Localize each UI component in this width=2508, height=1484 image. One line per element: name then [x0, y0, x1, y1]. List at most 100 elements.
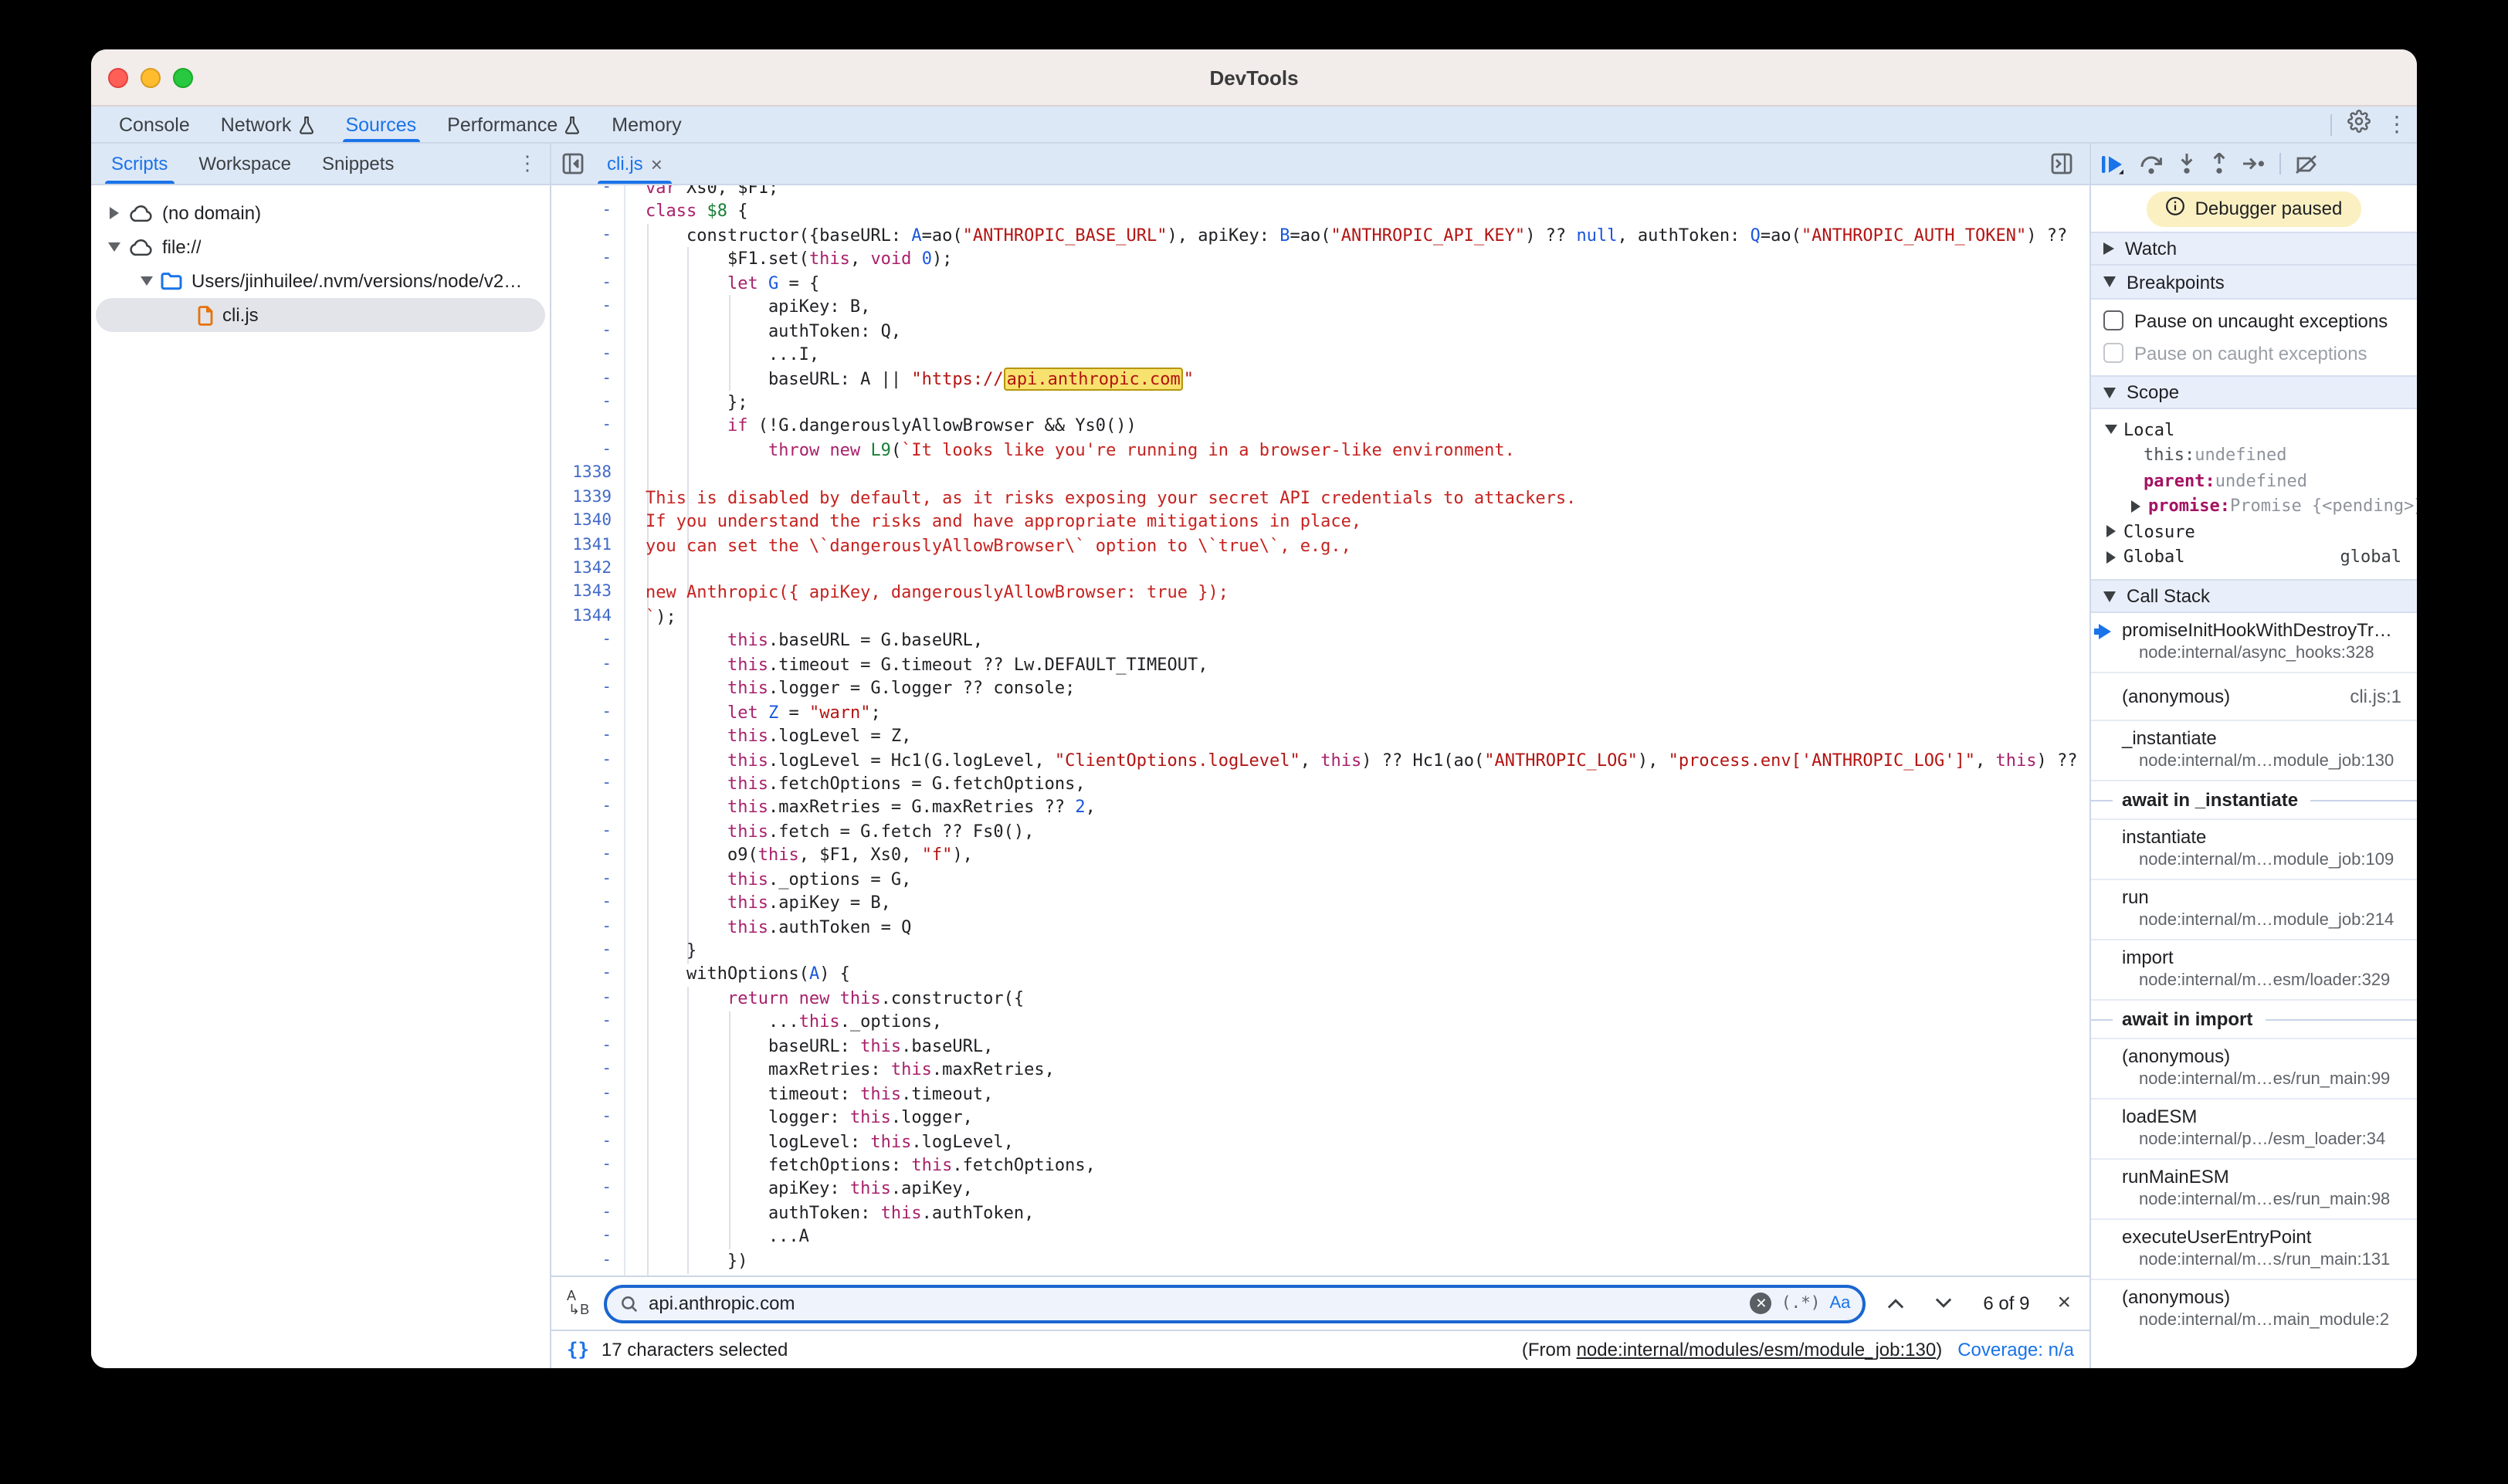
code-line[interactable]: - this.fetchOptions = G.fetchOptions,	[551, 772, 2089, 796]
code-line-text[interactable]: withOptions(A) {	[625, 963, 2089, 987]
code-line-text[interactable]: new Anthropic({ apiKey, dangerouslyAllow…	[625, 581, 2089, 605]
code-line[interactable]: - this.authToken = Q	[551, 915, 2089, 939]
code-line[interactable]: 1340If you understand the risks and have…	[551, 510, 2089, 534]
navigator-tab-snippets[interactable]: Snippets	[307, 144, 409, 184]
code-line[interactable]: - this.apiKey = B,	[551, 891, 2089, 915]
call-stack-frame[interactable]: _instantiatenode:internal/m…module_job:1…	[2091, 720, 2417, 780]
line-gutter[interactable]: -	[551, 200, 625, 224]
call-stack-frame[interactable]: loadESMnode:internal/p…/esm_loader:34	[2091, 1098, 2417, 1158]
code-line[interactable]: - authToken: Q,	[551, 319, 2089, 343]
checkbox[interactable]	[2103, 310, 2123, 330]
replace-toggle-icon[interactable]: A↳B	[564, 1288, 591, 1319]
line-gutter[interactable]: -	[551, 963, 625, 987]
call-stack-frame[interactable]: runnode:internal/m…module_job:214	[2091, 879, 2417, 939]
next-match-icon[interactable]	[1926, 1289, 1961, 1317]
code-line-text[interactable]: baseURL: A || "https://api.anthropic.com…	[625, 367, 2089, 391]
line-gutter[interactable]: -	[551, 629, 625, 653]
code-line-text[interactable]: o9(this, $F1, Xs0, "f"),	[625, 844, 2089, 868]
code-line[interactable]: - let Z = "warn";	[551, 700, 2089, 724]
scope-group-closure[interactable]: Closure	[2091, 519, 2417, 544]
line-gutter[interactable]: -	[551, 1011, 625, 1035]
code-line[interactable]: - apiKey: B,	[551, 295, 2089, 319]
chevron-right-icon[interactable]	[107, 207, 122, 219]
gear-icon[interactable]	[2347, 109, 2371, 140]
code-line-text[interactable]: logLevel: this.logLevel,	[625, 1130, 2089, 1154]
code-line[interactable]: - return new this.constructor({	[551, 987, 2089, 1011]
step-out-button[interactable]	[2210, 153, 2228, 174]
chevron-down-icon[interactable]	[139, 276, 154, 286]
tab-cli-js[interactable]: cli.js ×	[595, 144, 675, 184]
code-line-text[interactable]: throw new L9(`It looks like you're runni…	[625, 439, 2089, 462]
line-gutter[interactable]: -	[551, 1082, 625, 1106]
line-gutter[interactable]: -	[551, 1154, 625, 1177]
code-line-text[interactable]: ...A	[625, 1225, 2089, 1249]
code-line-text[interactable]: };	[625, 391, 2089, 415]
tab-performance[interactable]: Performance	[432, 107, 596, 142]
code-line[interactable]: - this.timeout = G.timeout ?? Lw.DEFAULT…	[551, 653, 2089, 677]
tab-network[interactable]: Network	[205, 107, 330, 142]
line-gutter[interactable]: -	[551, 295, 625, 319]
code-line-text[interactable]: if (!G.dangerouslyAllowBrowser && Ys0())	[625, 415, 2089, 439]
search-input[interactable]	[649, 1293, 1741, 1314]
line-gutter[interactable]: -	[551, 653, 625, 677]
navigator-more-icon[interactable]: ⋮	[517, 144, 537, 184]
line-gutter[interactable]: -	[551, 748, 625, 772]
code-line[interactable]: - this.logger = G.logger ?? console;	[551, 676, 2089, 700]
line-gutter[interactable]: -	[551, 1058, 625, 1082]
line-gutter[interactable]: -	[551, 724, 625, 748]
checkbox[interactable]	[2103, 343, 2123, 363]
code-line[interactable]: - let G = {	[551, 272, 2089, 296]
code-line[interactable]: - this.logLevel = Hc1(G.logLevel, "Clien…	[551, 748, 2089, 772]
line-gutter[interactable]: -	[551, 796, 625, 820]
code-line-text[interactable]: timeout: this.timeout,	[625, 1082, 2089, 1106]
call-stack-frame[interactable]: (anonymous)node:internal/m…es/run_main:9…	[2091, 1038, 2417, 1098]
scope-entry-promise[interactable]: promise: Promise {<pending>}	[2091, 493, 2417, 519]
code-line-text[interactable]: $F1.set(this, void 0);	[625, 248, 2089, 272]
line-gutter[interactable]: -	[551, 248, 625, 272]
call-stack-frame[interactable]: (anonymous)cli.js:1	[2091, 672, 2417, 720]
step-button[interactable]	[2242, 156, 2266, 171]
code-line-text[interactable]: `);	[625, 605, 2089, 629]
line-gutter[interactable]: -	[551, 272, 625, 296]
code-line[interactable]: - o9(this, $F1, Xs0, "f"),	[551, 844, 2089, 868]
code-editor[interactable]: -var Xs0, $F1;-class $8 {- constructor({…	[551, 185, 2089, 1276]
code-line[interactable]: - ...this._options,	[551, 1011, 2089, 1035]
close-tab-icon[interactable]: ×	[651, 152, 663, 175]
minimize-window-button[interactable]	[141, 67, 161, 87]
line-gutter[interactable]: 1344	[551, 605, 625, 629]
code-line[interactable]: -class $8 {	[551, 200, 2089, 224]
line-gutter[interactable]: -	[551, 1106, 625, 1130]
code-line[interactable]: - timeout: this.timeout,	[551, 1082, 2089, 1106]
line-gutter[interactable]: -	[551, 844, 625, 868]
pretty-print-button[interactable]: {}	[567, 1339, 589, 1360]
code-line-text[interactable]: this.authToken = Q	[625, 915, 2089, 939]
line-gutter[interactable]: -	[551, 700, 625, 724]
code-line-text[interactable]: this.logLevel = Z,	[625, 724, 2089, 748]
code-line[interactable]: - })	[551, 1249, 2089, 1272]
line-gutter[interactable]: 1343	[551, 581, 625, 605]
code-line[interactable]: - baseURL: A || "https://api.anthropic.c…	[551, 367, 2089, 391]
line-gutter[interactable]: -	[551, 820, 625, 844]
code-line[interactable]: - }	[551, 1272, 2089, 1276]
tab-sources[interactable]: Sources	[330, 107, 432, 142]
code-line-text[interactable]: this.baseURL = G.baseURL,	[625, 629, 2089, 653]
code-line-text[interactable]: this.maxRetries = G.maxRetries ?? 2,	[625, 796, 2089, 820]
line-gutter[interactable]: -	[551, 439, 625, 462]
code-line-text[interactable]: constructor({baseURL: A=ao("ANTHROPIC_BA…	[625, 224, 2089, 248]
code-line-text[interactable]: maxRetries: this.maxRetries,	[625, 1058, 2089, 1082]
line-gutter[interactable]: -	[551, 1201, 625, 1225]
call-stack-frame[interactable]: importnode:internal/m…esm/loader:329	[2091, 939, 2417, 999]
line-gutter[interactable]: -	[551, 891, 625, 915]
code-line[interactable]: - $F1.set(this, void 0);	[551, 248, 2089, 272]
code-line[interactable]: - withOptions(A) {	[551, 963, 2089, 987]
scope-group-global[interactable]: Globalglobal	[2091, 544, 2417, 570]
line-gutter[interactable]: -	[551, 367, 625, 391]
code-line-text[interactable]: }	[625, 939, 2089, 963]
resume-button[interactable]	[2100, 154, 2125, 174]
line-gutter[interactable]: -	[551, 1177, 625, 1201]
section-watch[interactable]: Watch	[2091, 232, 2417, 266]
code-line[interactable]: 1338	[551, 462, 2089, 486]
checkbox-row-pause-on-caught-exceptions[interactable]: Pause on caught exceptions	[2091, 337, 2417, 369]
source-origin-link[interactable]: node:internal/modules/esm/module_job:130	[1577, 1339, 1937, 1360]
code-line-text[interactable]: baseURL: this.baseURL,	[625, 1035, 2089, 1059]
